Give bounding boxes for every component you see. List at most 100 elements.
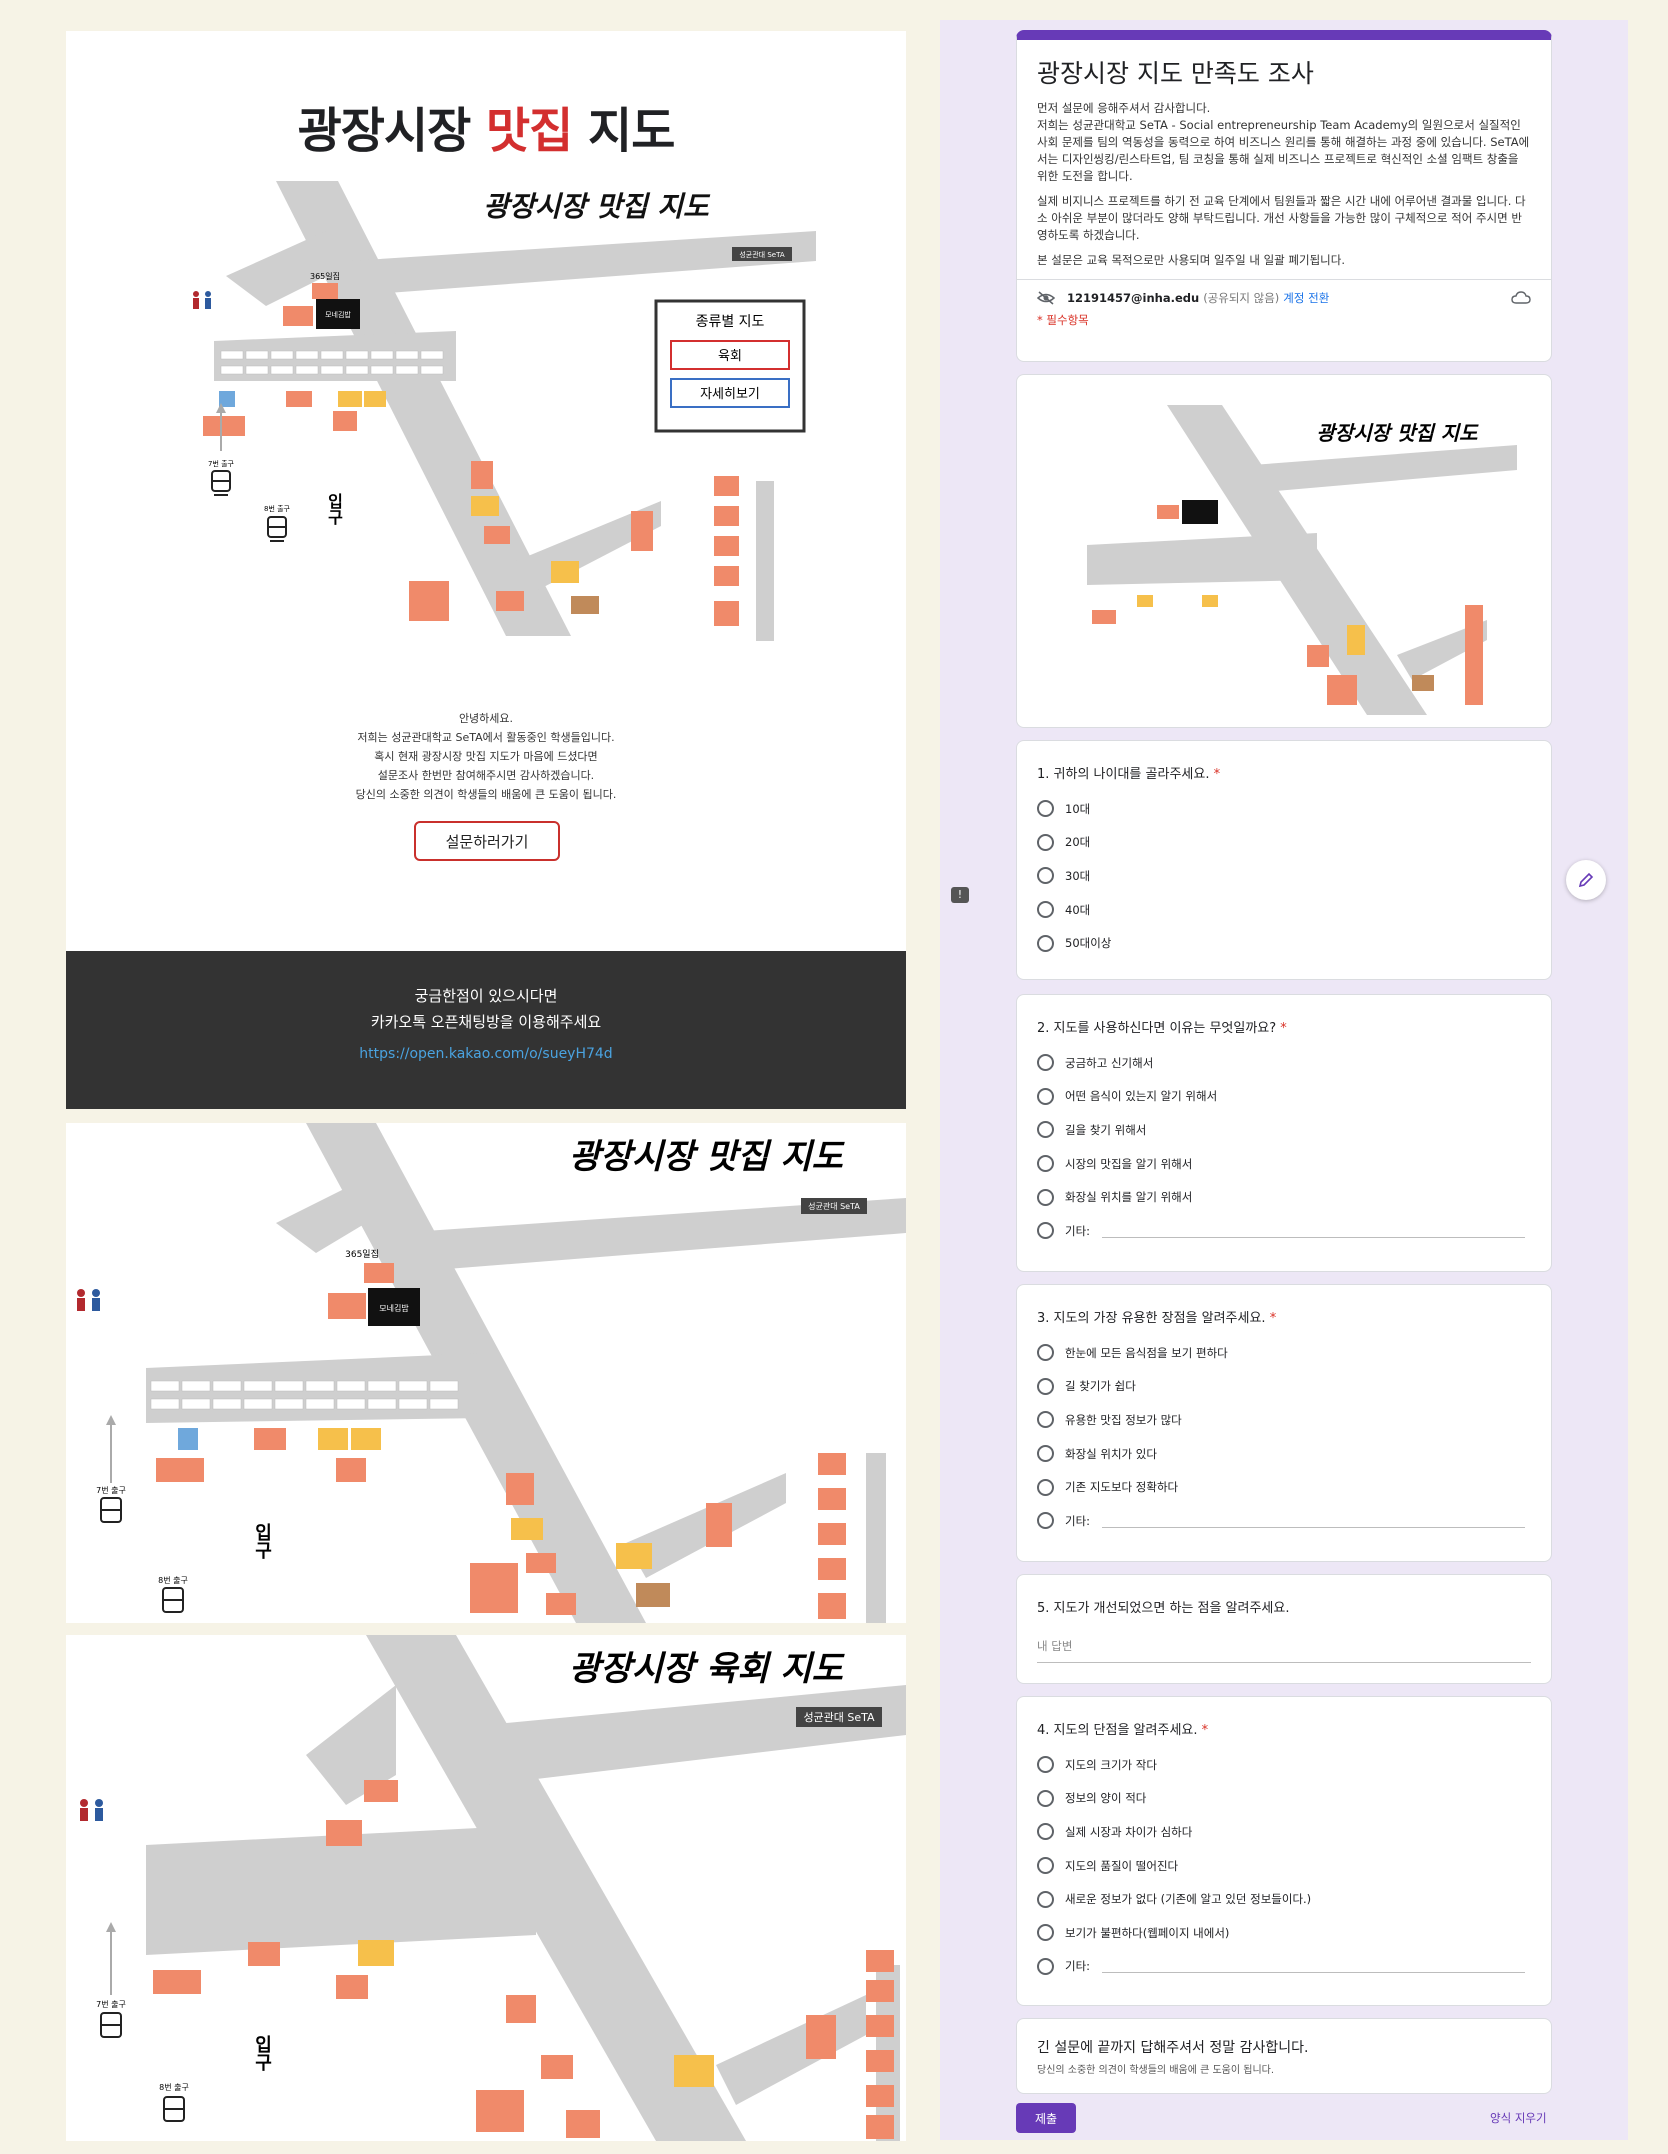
radio-circle[interactable] bbox=[1037, 867, 1054, 885]
radio-circle[interactable] bbox=[1037, 934, 1054, 952]
option-label: 유용한 맛집 정보가 많다 bbox=[1065, 1412, 1182, 1427]
option-label: 기타: bbox=[1065, 1513, 1091, 1528]
radio-circle[interactable] bbox=[1037, 1445, 1054, 1463]
place-365: 365일집 bbox=[310, 271, 340, 281]
radio-circle[interactable] bbox=[1037, 1957, 1054, 1975]
radio-circle[interactable] bbox=[1037, 800, 1054, 818]
landing-title: 광장시장 맛집 지도 bbox=[66, 91, 906, 161]
radio-circle[interactable] bbox=[1037, 1857, 1054, 1875]
radio-option[interactable]: 화장실 위치가 있다 bbox=[1017, 1437, 1551, 1471]
radio-option[interactable]: 20대 bbox=[1017, 826, 1551, 860]
legend: 종류별 지도 육회 자세히보기 bbox=[654, 299, 806, 433]
place-monet: 모네김밥 bbox=[379, 1303, 409, 1313]
radio-circle[interactable] bbox=[1037, 1924, 1054, 1942]
exit7-label: 7번 출구 bbox=[208, 459, 235, 468]
radio-circle[interactable] bbox=[1037, 1478, 1054, 1496]
legend-meat[interactable]: 육회 bbox=[718, 349, 742, 364]
radio-option-other[interactable]: 기타: bbox=[1017, 1214, 1551, 1248]
radio-option[interactable]: 보기가 불편하다(웹페이지 내에서) bbox=[1017, 1916, 1551, 1950]
clear-form-link[interactable]: 양식 지우기 bbox=[1490, 2110, 1547, 2126]
radio-option[interactable]: 10대 bbox=[1017, 792, 1551, 826]
intro-line: 저희는 성균관대학교 SeTA에서 활동중인 학생들입니다. bbox=[357, 731, 615, 744]
toilet-icon bbox=[193, 291, 211, 309]
report-icon[interactable]: ! bbox=[951, 887, 969, 903]
option-label: 궁금하고 신기해서 bbox=[1065, 1055, 1154, 1070]
required-star: * bbox=[1269, 1311, 1277, 1326]
radio-circle[interactable] bbox=[1037, 1087, 1054, 1105]
radio-option[interactable]: 길 찾기가 쉽다 bbox=[1017, 1370, 1551, 1404]
radio-option[interactable]: 화장실 위치를 알기 위해서 bbox=[1017, 1180, 1551, 1214]
radio-option[interactable]: 정보의 양이 적다 bbox=[1017, 1782, 1551, 1816]
radio-circle[interactable] bbox=[1037, 1377, 1054, 1395]
radio-circle[interactable] bbox=[1037, 1789, 1054, 1807]
radio-option[interactable]: 기존 지도보다 정확하다 bbox=[1017, 1470, 1551, 1504]
radio-option[interactable]: 시장의 맛집을 알기 위해서 bbox=[1017, 1147, 1551, 1181]
required-star: * bbox=[1201, 1723, 1209, 1738]
cloud-icon bbox=[1511, 291, 1531, 304]
intro-line: 당신의 소중한 의견이 학생들의 배움에 큰 도움이 됩니다. bbox=[355, 788, 617, 801]
option-label: 길을 찾기 위해서 bbox=[1065, 1122, 1147, 1137]
form-desc4: 본 설문은 교육 목적으로만 사용되며 일주일 내 일괄 폐기됩니다. bbox=[1037, 253, 1345, 267]
answer-input[interactable]: 내 답변 bbox=[1037, 1638, 1531, 1663]
option-label: 10대 bbox=[1065, 801, 1091, 816]
radio-circle[interactable] bbox=[1037, 1756, 1054, 1774]
arrow-up-icon bbox=[106, 1415, 116, 1483]
radio-circle[interactable] bbox=[1037, 1222, 1054, 1240]
radio-option[interactable]: 30대 bbox=[1017, 859, 1551, 893]
form-desc3: 실제 비지니스 프로젝트를 하기 전 교육 단계에서 팀원들과 짧은 시간 내에… bbox=[1037, 194, 1526, 242]
option-label: 지도의 품질이 떨어진다 bbox=[1065, 1858, 1179, 1873]
radio-option[interactable]: 50대이상 bbox=[1017, 926, 1551, 960]
kakao-link[interactable]: https://open.kakao.com/o/sueyH74d bbox=[66, 1041, 906, 1067]
intro-text: 안녕하세요. 저희는 성균관대학교 SeTA에서 활동중인 학생들입니다. 혹시… bbox=[66, 709, 906, 804]
question-text: 1. 귀하의 나이대를 골라주세요. bbox=[1037, 767, 1210, 782]
legend-detail[interactable]: 자세히보기 bbox=[700, 387, 760, 402]
radio-circle[interactable] bbox=[1037, 1512, 1054, 1530]
pencil-icon[interactable] bbox=[1566, 860, 1606, 900]
radio-option[interactable]: 40대 bbox=[1017, 893, 1551, 927]
restaurant-map-full: 광장시장 맛집 지도 성균관대 SeTA 365일집 모네김밥 7번 출구 8번… bbox=[66, 1123, 906, 1623]
radio-circle[interactable] bbox=[1037, 1890, 1054, 1908]
radio-circle[interactable] bbox=[1037, 1344, 1054, 1362]
radio-circle[interactable] bbox=[1037, 1823, 1054, 1841]
train-icon bbox=[100, 2012, 122, 2038]
radio-option[interactable]: 길을 찾기 위해서 bbox=[1017, 1113, 1551, 1147]
radio-option[interactable]: 새로운 정보가 없다 (기존에 알고 있던 정보들이다.) bbox=[1017, 1882, 1551, 1916]
option-label: 지도의 크기가 작다 bbox=[1065, 1757, 1157, 1772]
option-label: 화장실 위치를 알기 위해서 bbox=[1065, 1190, 1193, 1205]
radio-option[interactable]: 실제 시장과 차이가 심하다 bbox=[1017, 1815, 1551, 1849]
radio-option[interactable]: 한눈에 모든 음식점을 보기 편하다 bbox=[1017, 1336, 1551, 1370]
switch-account-link[interactable]: 계정 전환 bbox=[1283, 290, 1329, 306]
title-accent: 맛집 bbox=[486, 103, 573, 159]
radio-circle[interactable] bbox=[1037, 1121, 1054, 1139]
radio-option[interactable]: 궁금하고 신기해서 bbox=[1017, 1046, 1551, 1080]
radio-option[interactable]: 유용한 맛집 정보가 많다 bbox=[1017, 1403, 1551, 1437]
submit-button[interactable]: 제출 bbox=[1016, 2103, 1076, 2133]
option-label: 기타: bbox=[1065, 1223, 1091, 1238]
meat-map: 광장시장 육회 지도 성균관대 SeTA 7번 출구 8번 출구 입구 bbox=[66, 1635, 906, 2141]
radio-circle[interactable] bbox=[1037, 1054, 1054, 1072]
survey-button[interactable]: 설문하러가기 bbox=[414, 821, 560, 861]
radio-circle[interactable] bbox=[1037, 1411, 1054, 1429]
form-map-image: 광장시장 맛집 지도 bbox=[1087, 405, 1517, 715]
radio-circle[interactable] bbox=[1037, 1188, 1054, 1206]
radio-option-other[interactable]: 기타: bbox=[1017, 1950, 1551, 1984]
entrance-label: 입구 bbox=[252, 1522, 273, 1560]
option-label: 40대 bbox=[1065, 902, 1091, 917]
radio-option[interactable]: 어떤 음식이 있는지 알기 위해서 bbox=[1017, 1080, 1551, 1114]
radio-option[interactable]: 지도의 품질이 떨어진다 bbox=[1017, 1849, 1551, 1883]
other-input[interactable] bbox=[1102, 1224, 1525, 1238]
entrance-label: 입구 bbox=[252, 2034, 273, 2072]
entrance-label: 입구 bbox=[325, 493, 344, 526]
radio-option[interactable]: 지도의 크기가 작다 bbox=[1017, 1748, 1551, 1782]
radio-circle[interactable] bbox=[1037, 833, 1054, 851]
other-input[interactable] bbox=[1102, 1514, 1525, 1528]
option-label: 30대 bbox=[1065, 868, 1091, 883]
title-part2: 지도 bbox=[572, 103, 675, 159]
radio-option-other[interactable]: 기타: bbox=[1017, 1504, 1551, 1538]
question-title: 5. 지도가 개선되었으면 하는 점을 알려주세요. bbox=[1037, 1601, 1290, 1616]
radio-circle[interactable] bbox=[1037, 1155, 1054, 1173]
radio-circle[interactable] bbox=[1037, 901, 1054, 919]
question-text: 2. 지도를 사용하신다면 이유는 무엇일까요? bbox=[1037, 1021, 1277, 1036]
option-label: 시장의 맛집을 알기 위해서 bbox=[1065, 1156, 1193, 1171]
other-input[interactable] bbox=[1102, 1959, 1525, 1974]
